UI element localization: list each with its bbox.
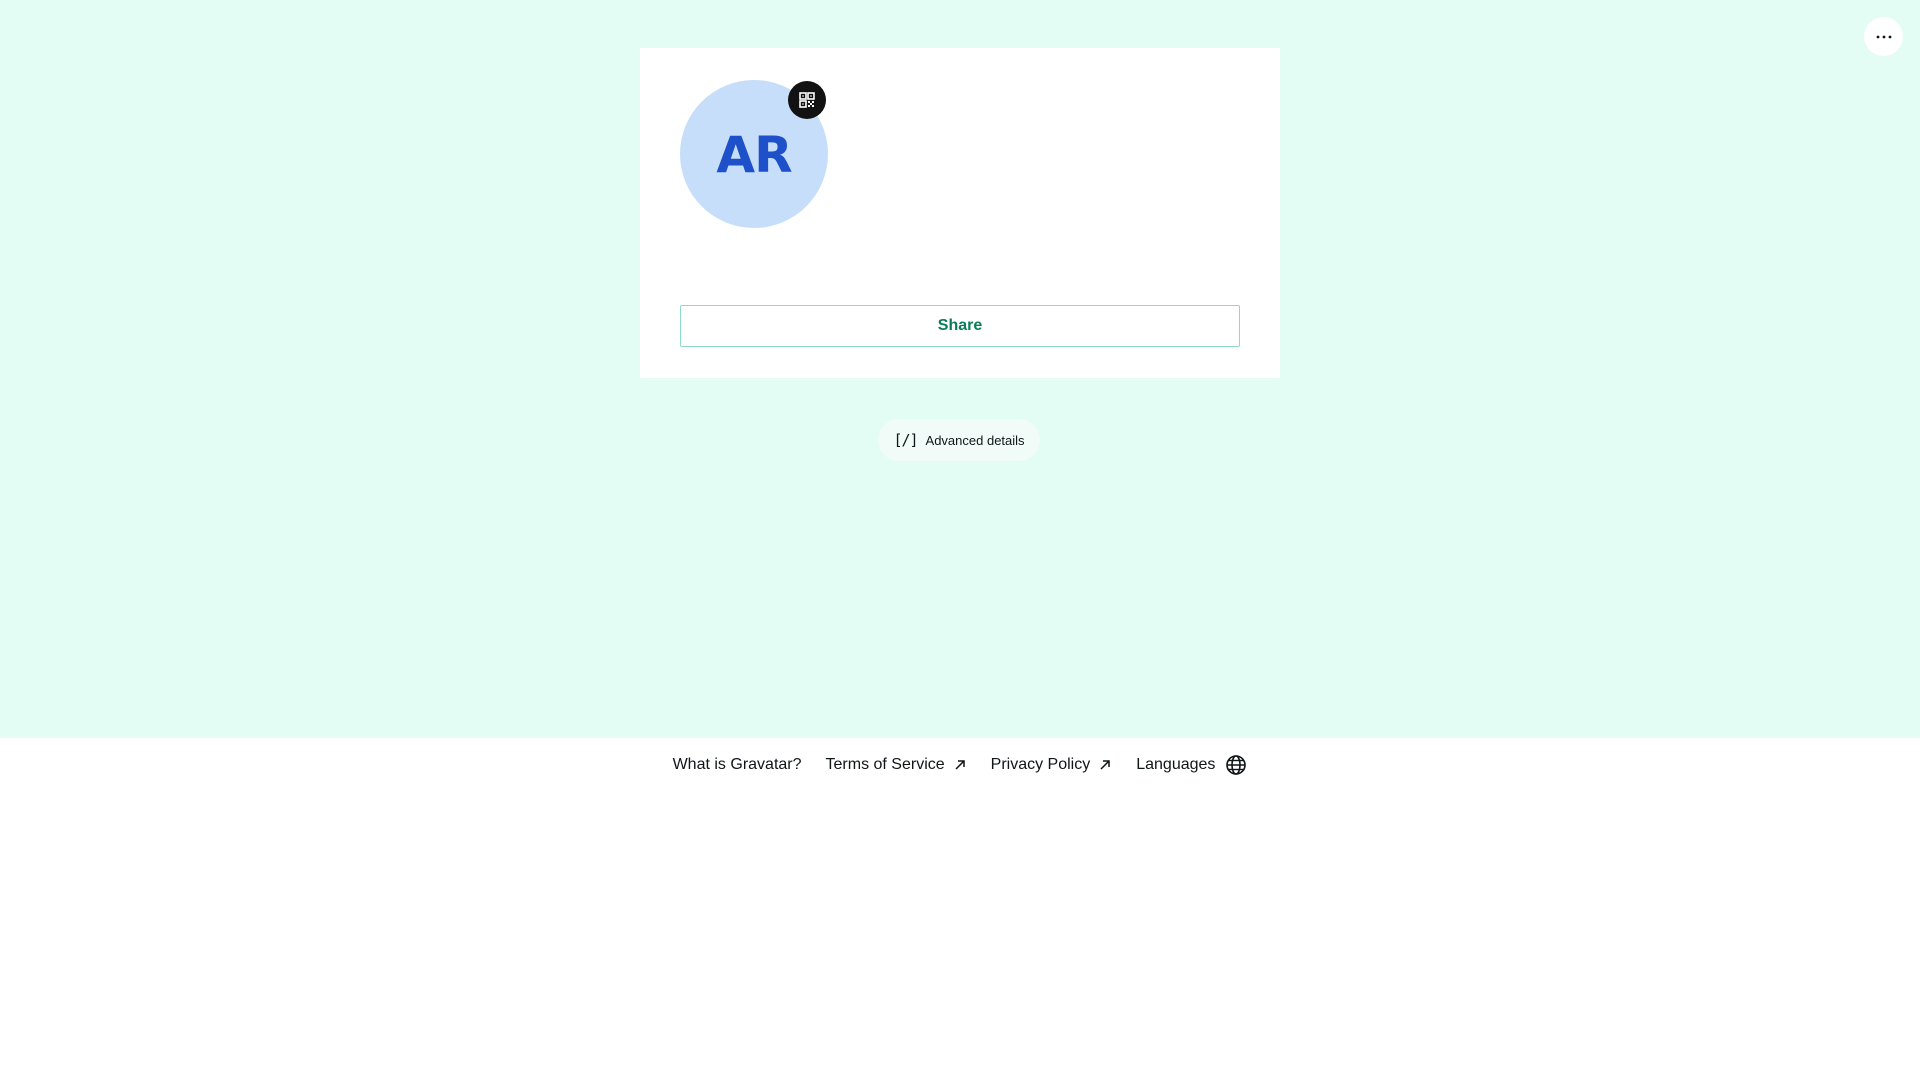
external-arrow-icon (953, 758, 967, 772)
footer-link-privacy-policy[interactable]: Privacy Policy (991, 756, 1113, 774)
footer-link-label: Languages (1136, 756, 1216, 773)
profile-card: AR Share (640, 48, 1280, 378)
profile-hero: AR Share [/] Advanced details (0, 0, 1920, 738)
footer-link-label: What is Gravatar? (672, 756, 802, 773)
share-button-label: Share (937, 317, 983, 334)
more-options-button[interactable] (1864, 17, 1903, 56)
footer-link-languages[interactable]: Languages (1136, 754, 1247, 776)
footer-link-label: Terms of Service (825, 756, 945, 773)
footer-link-what-is-gravatar[interactable]: What is Gravatar? (673, 756, 802, 774)
more-horizontal-icon (1876, 35, 1892, 39)
footer: What is Gravatar? Terms of Service Priva… (0, 738, 1920, 792)
globe-icon (1225, 754, 1247, 776)
footer-link-terms-of-service[interactable]: Terms of Service (826, 756, 967, 774)
advanced-details-button[interactable]: [/] Advanced details (878, 419, 1040, 461)
advanced-details-label: Advanced details (925, 432, 1025, 448)
external-arrow-icon (1098, 758, 1112, 772)
share-button[interactable]: Share (680, 305, 1240, 347)
page: AR Share [/] Advanced details What is Gr… (0, 0, 1920, 1080)
footer-link-label: Privacy Policy (990, 756, 1091, 773)
avatar-initials: AR (716, 126, 792, 184)
qr-code-icon (799, 92, 815, 108)
qr-code-button[interactable] (788, 81, 826, 119)
code-brackets-icon: [/] (893, 431, 918, 449)
